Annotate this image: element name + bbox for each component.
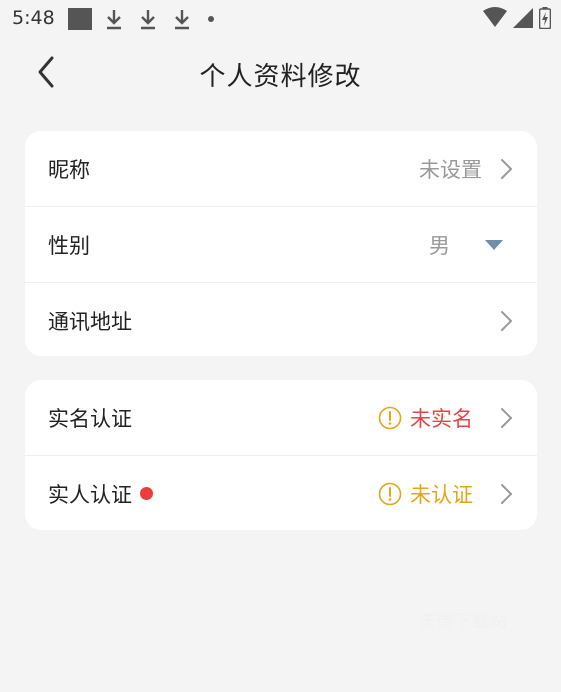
real-name-verification-row[interactable]: 实名认证 未实名 [25,380,537,456]
real-name-label: 实名认证 [48,406,132,431]
more-notifications-dot-icon [208,16,214,22]
chevron-right-icon [501,483,512,504]
status-bar: 5:48 [0,0,561,38]
real-name-status: 未实名 [378,403,473,433]
caret-down-icon[interactable] [485,239,503,250]
nickname-row[interactable]: 昵称 未设置 [25,131,537,207]
cellular-signal-icon [513,8,533,28]
download-icon [141,10,155,30]
chevron-right-icon [501,407,512,428]
chevron-right-icon [501,310,512,331]
unread-red-dot [140,487,153,500]
notification-square-icon [68,8,92,30]
status-notification-icons [68,7,214,31]
gender-value: 男 [429,233,450,258]
download-icon [175,10,189,30]
battery-charging-icon [539,7,551,29]
download-icon [107,10,121,30]
real-name-status-text: 未实名 [410,406,473,431]
status-time: 5:48 [12,7,55,29]
gender-row[interactable]: 性别 男 [25,207,537,283]
address-label: 通讯地址 [48,309,132,334]
warning-circle-icon [378,406,402,429]
real-person-status-text: 未认证 [410,482,473,507]
address-row[interactable]: 通讯地址 [25,283,537,356]
nickname-label: 昵称 [48,157,90,182]
top-navigation-bar: 个人资料修改 [0,42,561,104]
wifi-icon [483,7,507,27]
gender-label: 性别 [48,233,90,258]
real-person-status: 未认证 [378,479,473,509]
status-system-icons [483,7,551,29]
profile-card: 昵称 未设置 性别 男 通讯地址 [25,131,537,356]
watermark-text: 沃德下载站 [418,612,508,632]
chevron-right-icon [501,158,512,179]
real-person-label: 实人认证 [48,479,153,509]
nickname-value: 未设置 [419,157,482,182]
verification-card: 实名认证 未实名 实人认证 未认证 [25,380,537,530]
real-person-label-text: 实人认证 [48,482,132,507]
page-title: 个人资料修改 [199,62,362,92]
warning-circle-icon [378,482,402,505]
real-person-verification-row[interactable]: 实人认证 未认证 [25,456,537,530]
